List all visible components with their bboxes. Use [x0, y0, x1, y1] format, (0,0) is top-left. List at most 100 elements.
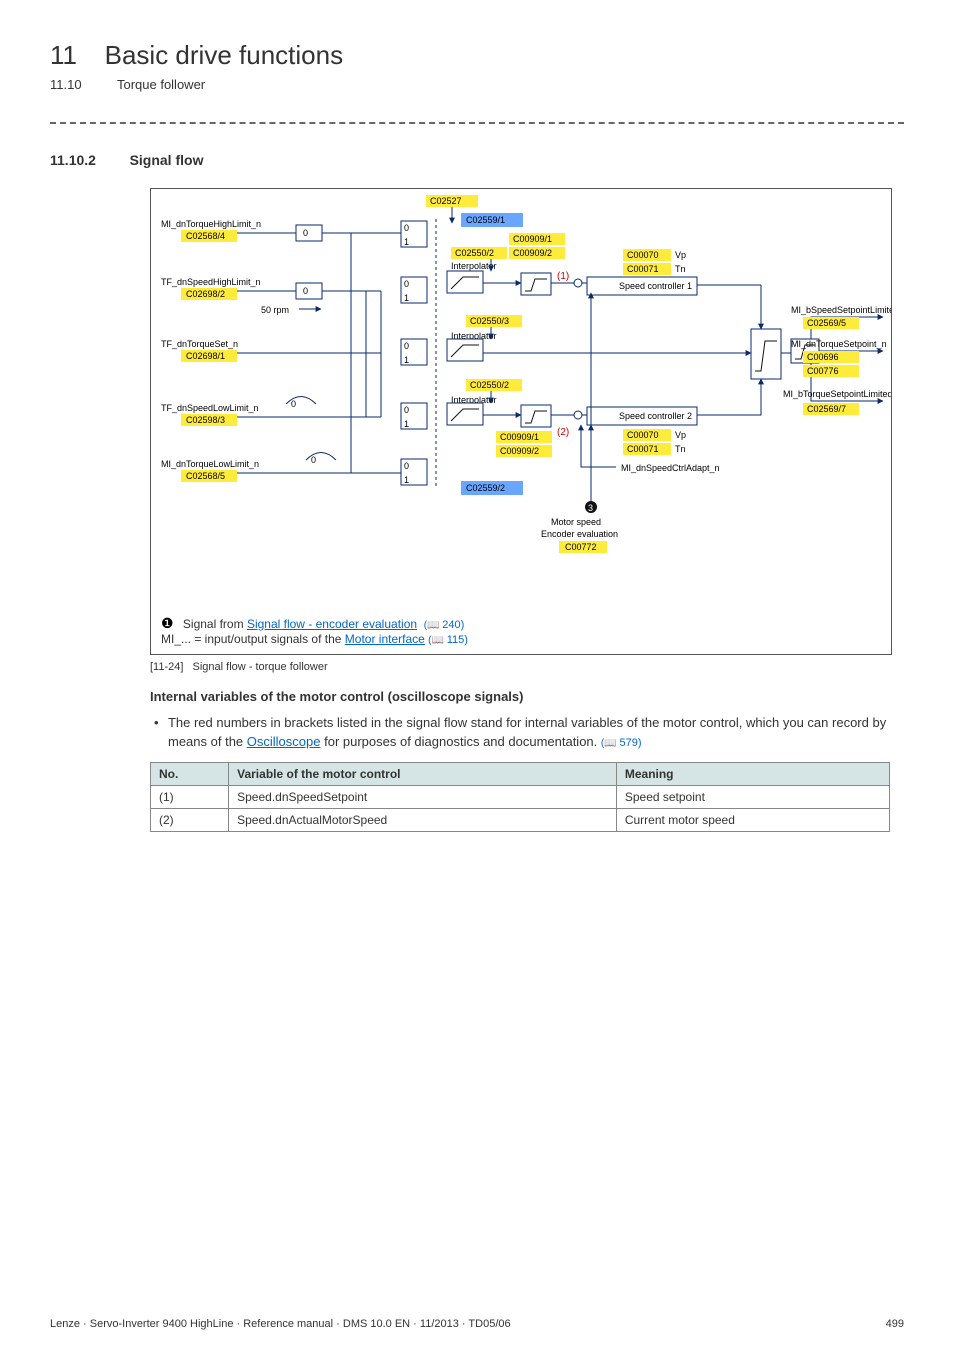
- oscilloscope-link[interactable]: Oscilloscope: [247, 734, 321, 749]
- svg-text:0: 0: [404, 341, 409, 351]
- table-header-row: No. Variable of the motor control Meanin…: [151, 762, 890, 785]
- svg-text:C02568/5: C02568/5: [186, 471, 225, 481]
- body-text-b: for purposes of diagnostics and document…: [320, 734, 600, 749]
- th-var: Variable of the motor control: [229, 762, 617, 785]
- th-no: No.: [151, 762, 229, 785]
- svg-text:1: 1: [404, 355, 409, 365]
- svg-text:Tn: Tn: [675, 444, 686, 454]
- figure-id: [11-24]: [150, 661, 183, 673]
- cell: Speed.dnActualMotorSpeed: [229, 808, 617, 831]
- svg-text:3: 3: [588, 503, 593, 513]
- svg-text:C00696: C00696: [807, 352, 839, 362]
- svg-text:TF_dnSpeedHighLimit_n: TF_dnSpeedHighLimit_n: [161, 277, 261, 287]
- svg-text:C02559/1: C02559/1: [466, 215, 505, 225]
- svg-text:TF_dnSpeedLowLimit_n: TF_dnSpeedLowLimit_n: [161, 403, 259, 413]
- figure-text: Signal flow - torque follower: [193, 661, 328, 673]
- svg-text:C02698/2: C02698/2: [186, 289, 225, 299]
- svg-text:C02550/3: C02550/3: [470, 316, 509, 326]
- svg-text:C02698/1: C02698/1: [186, 351, 225, 361]
- svg-text:(1): (1): [557, 271, 569, 282]
- sub-header: 11.10 Torque follower: [50, 77, 904, 92]
- svg-text:Speed controller 2: Speed controller 2: [619, 411, 692, 421]
- svg-text:C00909/2: C00909/2: [500, 446, 539, 456]
- note2-ref[interactable]: 115: [428, 634, 468, 646]
- svg-text:C00071: C00071: [627, 264, 659, 274]
- note1-ref[interactable]: 240: [424, 619, 465, 631]
- svg-text:Interpolator: Interpolator: [451, 261, 497, 271]
- svg-text:0: 0: [404, 223, 409, 233]
- svg-text:C02598/3: C02598/3: [186, 415, 225, 425]
- svg-text:C02527: C02527: [430, 196, 462, 206]
- footer-page: 499: [886, 1318, 904, 1330]
- diagram-notes: Signal from Signal flow - encoder evalua…: [151, 609, 891, 646]
- svg-text:1: 1: [404, 419, 409, 429]
- svg-text:C00070: C00070: [627, 430, 659, 440]
- signal-flow-diagram: C02527 C02559/1 MI_dnTorqueHighLimit_n C…: [150, 188, 892, 655]
- svg-text:MI_dnTorqueHighLimit_n: MI_dnTorqueHighLimit_n: [161, 219, 261, 229]
- svg-text:50 rpm: 50 rpm: [261, 305, 289, 315]
- svg-text:C02568/4: C02568/4: [186, 231, 225, 241]
- svg-text:MI_bTorqueSetpointLimited: MI_bTorqueSetpointLimited: [783, 389, 891, 399]
- svg-text:1: 1: [404, 293, 409, 303]
- section-number: 11.10.2: [50, 152, 96, 168]
- footer: Lenze · Servo-Inverter 9400 HighLine · R…: [50, 1318, 904, 1330]
- svg-text:C02569/7: C02569/7: [807, 404, 846, 414]
- note2-link[interactable]: Motor interface: [345, 632, 425, 646]
- cell: (1): [151, 785, 229, 808]
- table-row: (2) Speed.dnActualMotorSpeed Current mot…: [151, 808, 890, 831]
- svg-text:C00071: C00071: [627, 444, 659, 454]
- th-mean: Meaning: [616, 762, 889, 785]
- section-title: Signal flow: [130, 152, 204, 168]
- divider: [50, 122, 904, 124]
- svg-text:MI_dnSpeedCtrlAdapt_n: MI_dnSpeedCtrlAdapt_n: [621, 463, 720, 473]
- footer-left: Lenze · Servo-Inverter 9400 HighLine · R…: [50, 1318, 511, 1330]
- note1-prefix: Signal from: [183, 617, 247, 631]
- svg-text:Vp: Vp: [675, 250, 686, 260]
- svg-text:C00776: C00776: [807, 366, 839, 376]
- svg-text:0: 0: [311, 455, 316, 465]
- note1-link[interactable]: Signal flow - encoder evaluation: [247, 617, 417, 631]
- svg-text:0: 0: [404, 279, 409, 289]
- svg-text:MI_dnTorqueSetpoint_n: MI_dnTorqueSetpoint_n: [791, 339, 887, 349]
- cell: (2): [151, 808, 229, 831]
- body-ref[interactable]: 579: [601, 737, 642, 749]
- table-row: (1) Speed.dnSpeedSetpoint Speed setpoint: [151, 785, 890, 808]
- svg-text:0: 0: [303, 286, 308, 296]
- svg-text:C00909/1: C00909/1: [500, 432, 539, 442]
- svg-text:C02550/2: C02550/2: [455, 248, 494, 258]
- svg-text:C02550/2: C02550/2: [470, 380, 509, 390]
- svg-text:C00070: C00070: [627, 250, 659, 260]
- svg-text:C00772: C00772: [565, 542, 597, 552]
- figure-caption: [11-24] Signal flow - torque follower: [150, 661, 904, 673]
- cell: Current motor speed: [616, 808, 889, 831]
- svg-text:C02569/5: C02569/5: [807, 318, 846, 328]
- svg-text:C02559/2: C02559/2: [466, 483, 505, 493]
- chapter-header: 11 Basic drive functions: [50, 40, 904, 71]
- svg-text:Vp: Vp: [675, 430, 686, 440]
- svg-text:Motor speed: Motor speed: [551, 517, 601, 527]
- svg-text:Tn: Tn: [675, 264, 686, 274]
- note2-prefix: MI_... = input/output signals of the: [161, 632, 345, 646]
- svg-text:1: 1: [404, 237, 409, 247]
- svg-text:Encoder evaluation: Encoder evaluation: [541, 529, 618, 539]
- svg-text:Speed controller 1: Speed controller 1: [619, 281, 692, 291]
- svg-text:C00909/2: C00909/2: [513, 248, 552, 258]
- signal-flow-svg: C02527 C02559/1 MI_dnTorqueHighLimit_n C…: [151, 189, 891, 609]
- svg-text:0: 0: [303, 228, 308, 238]
- svg-text:1: 1: [404, 475, 409, 485]
- svg-text:C00909/1: C00909/1: [513, 234, 552, 244]
- svg-text:TF_dnTorqueSet_n: TF_dnTorqueSet_n: [161, 339, 238, 349]
- subhead-internal-vars: Internal variables of the motor control …: [150, 689, 904, 704]
- cell: Speed.dnSpeedSetpoint: [229, 785, 617, 808]
- svg-text:MI_bSpeedSetpointLimited: MI_bSpeedSetpointLimited: [791, 305, 891, 315]
- variables-table: No. Variable of the motor control Meanin…: [150, 762, 890, 832]
- chapter-number: 11: [50, 40, 77, 70]
- svg-text:0: 0: [404, 461, 409, 471]
- svg-text:0: 0: [404, 405, 409, 415]
- sub-number: 11.10: [50, 77, 82, 92]
- body-paragraph: The red numbers in brackets listed in th…: [168, 714, 904, 752]
- cell: Speed setpoint: [616, 785, 889, 808]
- sub-title: Torque follower: [117, 77, 205, 92]
- chapter-title: Basic drive functions: [105, 40, 343, 70]
- svg-text:MI_dnTorqueLowLimit_n: MI_dnTorqueLowLimit_n: [161, 459, 259, 469]
